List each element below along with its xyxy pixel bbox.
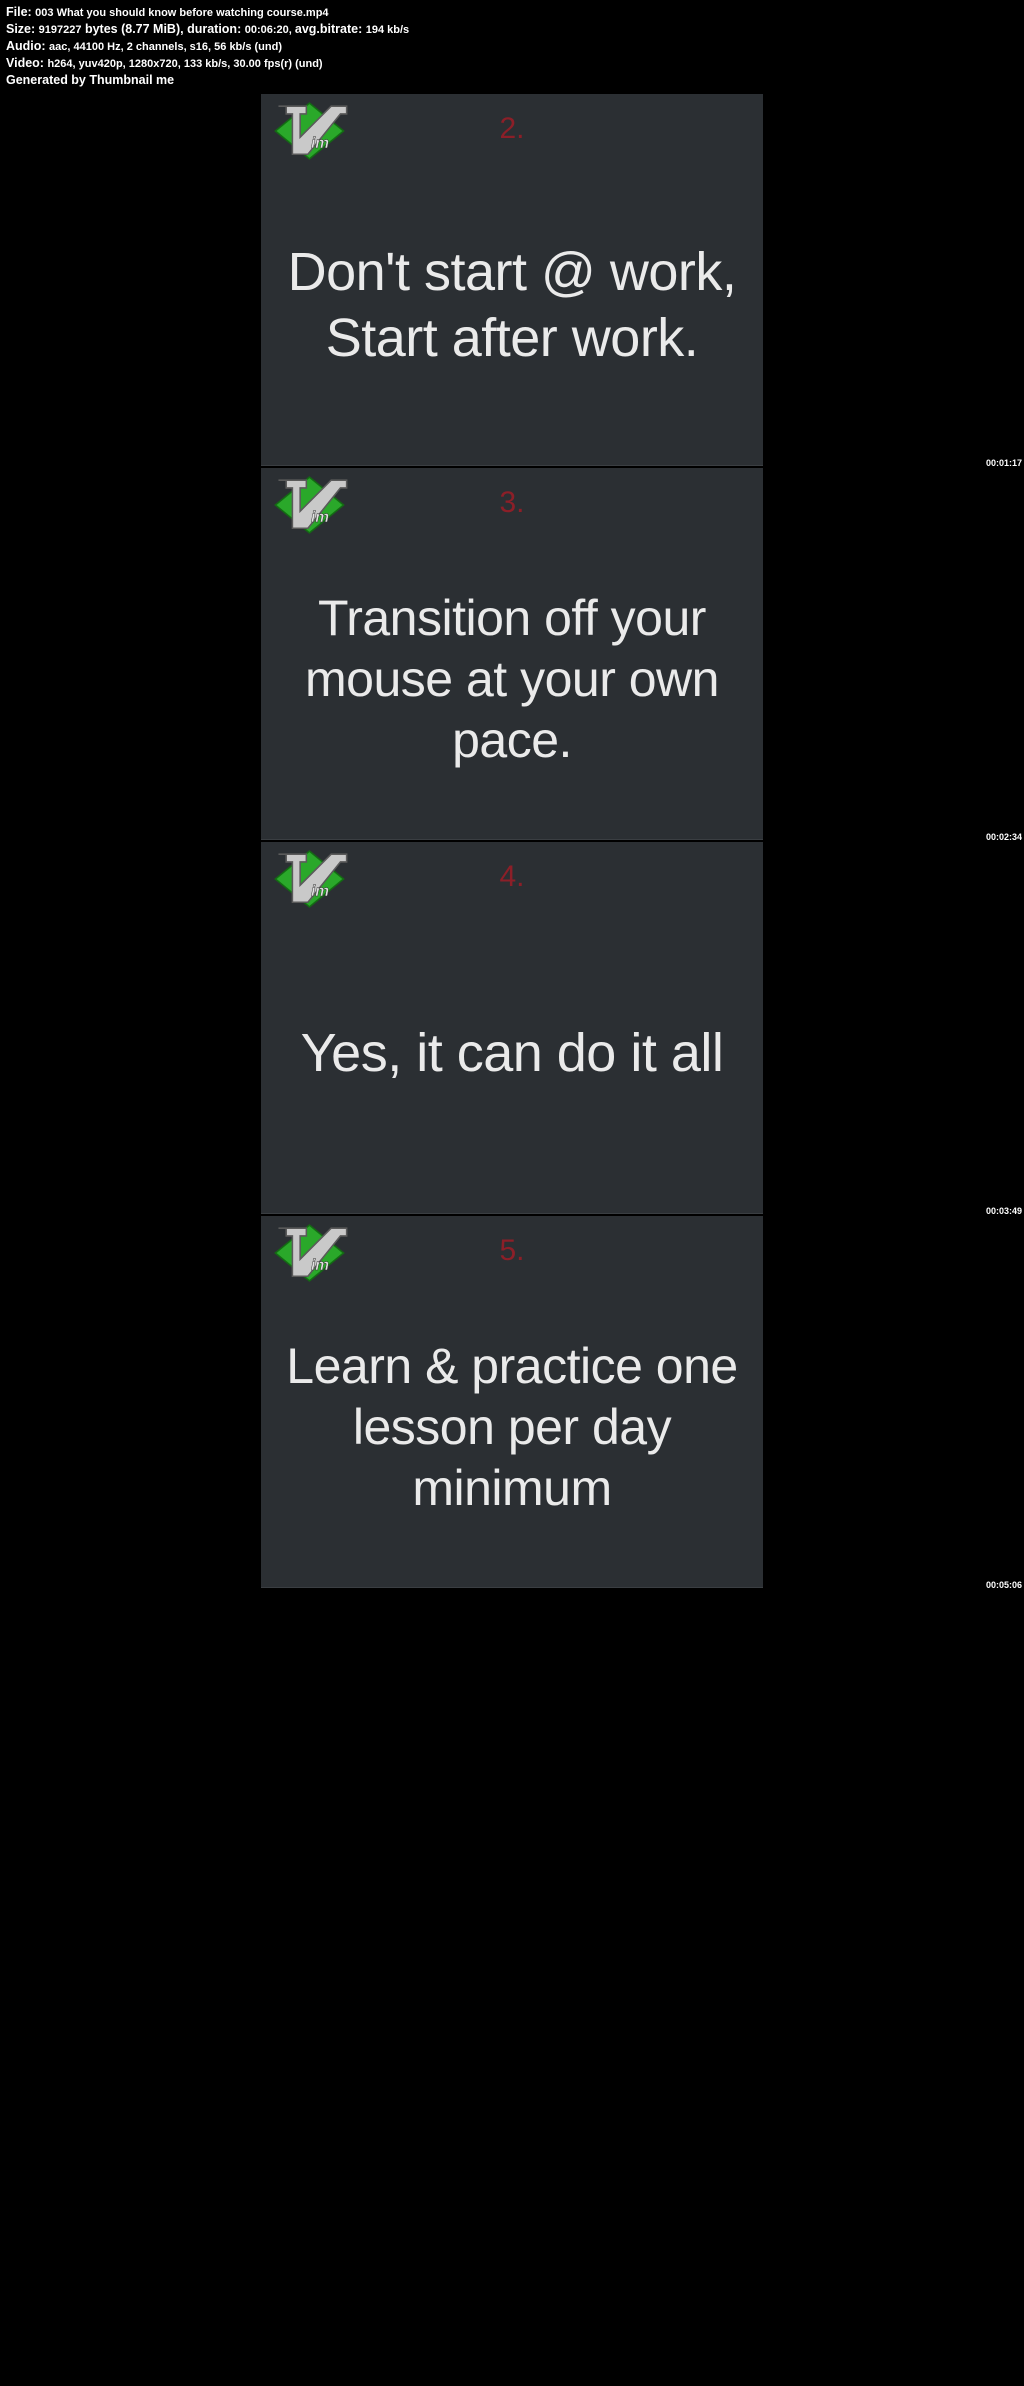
svg-text:im: im [311, 883, 329, 900]
size-label: Size: [6, 22, 39, 36]
info-line-generated: Generated by Thumbnail me [6, 72, 1018, 89]
slide-number: 5. [499, 1234, 524, 1268]
info-line-file: File: 003 What you should know before wa… [6, 4, 1018, 21]
slide-number: 2. [499, 112, 524, 146]
bitrate-label: avg.bitrate: [295, 22, 366, 36]
slide-tip-text: Don't start @ work, Start after work. [261, 146, 763, 465]
media-info-block: File: 003 What you should know before wa… [0, 0, 1024, 92]
thumbnail-frame: im 5.Learn & practice one lesson per day… [261, 1216, 763, 1588]
video-label: Video: [6, 56, 47, 70]
slide-tip-text: Transition off your mouse at your own pa… [261, 520, 763, 839]
bitrate-value: 194 kb/s [366, 24, 409, 36]
thumbnail-frame: im 3.Transition off your mouse at your o… [261, 468, 763, 840]
svg-text:im: im [311, 135, 329, 152]
audio-value: aac, 44100 Hz, 2 channels, s16, 56 kb/s … [49, 41, 282, 53]
frame-timestamp: 00:02:34 [986, 832, 1022, 842]
thumbnail-frame: im 4.Yes, it can do it all [261, 842, 763, 1214]
thumbnail-grid: im 2.Don't start @ work, Start after wor… [0, 92, 1024, 1594]
slide-number: 4. [499, 860, 524, 894]
thumbnail-row: im 4.Yes, it can do it all 00:03:49 [0, 842, 1024, 1214]
slide-number: 3. [499, 486, 524, 520]
vim-logo-icon: im [271, 1222, 351, 1284]
frame-timestamp: 00:01:17 [986, 458, 1022, 468]
duration-label: duration: [187, 22, 245, 36]
thumbnail-row: im 2.Don't start @ work, Start after wor… [0, 94, 1024, 466]
vim-logo-icon: im [271, 100, 351, 162]
svg-text:im: im [311, 1257, 329, 1274]
size-mib: bytes (8.77 MiB), [81, 22, 187, 36]
info-line-video: Video: h264, yuv420p, 1280x720, 133 kb/s… [6, 55, 1018, 72]
svg-text:im: im [311, 509, 329, 526]
audio-label: Audio: [6, 39, 49, 53]
video-value: h264, yuv420p, 1280x720, 133 kb/s, 30.00… [47, 58, 322, 70]
slide-tip-text: Yes, it can do it all [283, 894, 742, 1213]
frame-timestamp: 00:03:49 [986, 1206, 1022, 1216]
size-bytes: 9197227 [39, 24, 82, 36]
generated-by: Generated by Thumbnail me [6, 73, 174, 87]
slide-tip-text: Learn & practice one lesson per day mini… [261, 1268, 763, 1587]
thumbnail-row: im 3.Transition off your mouse at your o… [0, 468, 1024, 840]
info-line-audio: Audio: aac, 44100 Hz, 2 channels, s16, 5… [6, 38, 1018, 55]
thumbnail-frame: im 2.Don't start @ work, Start after wor… [261, 94, 763, 466]
frame-timestamp: 00:05:06 [986, 1580, 1022, 1590]
thumbnail-row: im 5.Learn & practice one lesson per day… [0, 1216, 1024, 1588]
duration-value: 00:06:20, [245, 24, 295, 36]
vim-logo-icon: im [271, 848, 351, 910]
file-value: 003 What you should know before watching… [35, 7, 328, 19]
file-label: File: [6, 5, 35, 19]
info-line-size: Size: 9197227 bytes (8.77 MiB), duration… [6, 21, 1018, 38]
vim-logo-icon: im [271, 474, 351, 536]
